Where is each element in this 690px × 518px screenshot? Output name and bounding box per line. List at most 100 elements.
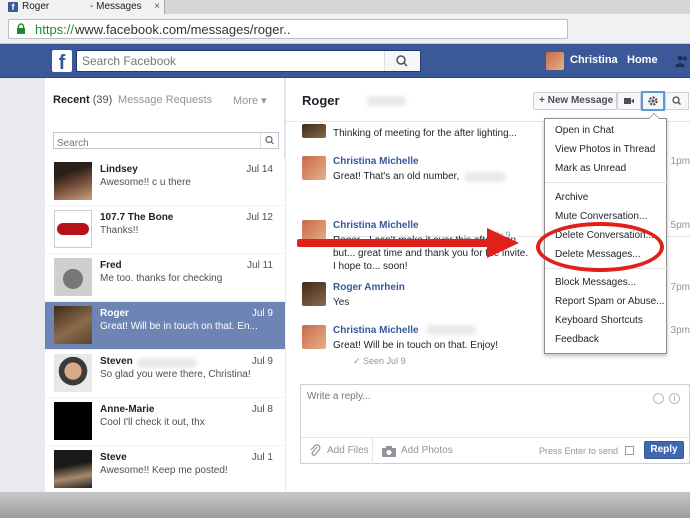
message-sender[interactable]: Christina Michelle	[333, 220, 419, 231]
facebook-search-box	[76, 50, 421, 72]
reply-button[interactable]: Reply	[644, 441, 684, 459]
thread-search-button[interactable]	[665, 92, 689, 110]
browser-url-bar: https:// www.facebook.com/messages/roger…	[0, 14, 690, 44]
facebook-logo-icon[interactable]: f	[52, 50, 72, 72]
thread-title: Roger	[302, 93, 340, 108]
add-photos-button[interactable]: Add Photos	[379, 438, 469, 464]
tab-title-suffix: - Messages	[90, 1, 142, 12]
conversation-snippet: So glad you were there, Christina!	[100, 369, 251, 380]
press-enter-checkbox[interactable]	[625, 446, 634, 455]
menu-item-open-in-chat[interactable]: Open in Chat	[545, 122, 668, 140]
avatar	[54, 306, 92, 344]
settings-gear-button[interactable]	[641, 91, 665, 111]
conversation-snippet: Awesome!! Keep me posted!	[100, 465, 228, 476]
reply-textarea[interactable]	[301, 385, 651, 433]
url-scheme: https://	[35, 22, 75, 37]
avatar	[54, 258, 92, 296]
info-icon[interactable]: i	[669, 393, 680, 404]
conversation-name: 107.7 The Bone	[100, 212, 174, 223]
message-text: Thinking of meeting for the after lighti…	[333, 128, 517, 139]
menu-item-archive[interactable]: Archive	[545, 189, 668, 207]
conversation-item-107-7-the-bone[interactable]: 107.7 The Bone Thanks!! Jul 12	[45, 206, 285, 254]
emoji-icon[interactable]	[653, 393, 664, 404]
conversation-date: Jul 8	[251, 404, 273, 415]
avatar	[302, 282, 326, 306]
profile-name-link[interactable]: Christina	[570, 54, 618, 66]
add-files-label: Add Files	[327, 445, 369, 456]
paperclip-icon	[310, 444, 321, 456]
annotation-arrow-shaft	[297, 239, 489, 247]
tab-title-name: Roger	[22, 1, 50, 12]
tab-recent[interactable]: Recent (39)	[53, 94, 112, 106]
friend-requests-icon[interactable]	[675, 55, 689, 67]
annotation-highlight-ellipse	[536, 222, 664, 272]
conversation-snippet: Cool I'll check it out, thx	[100, 417, 205, 428]
add-files-button[interactable]: Add Files	[301, 438, 373, 464]
conversation-snippet: Great! Will be in touch on that. En...	[100, 321, 258, 332]
new-message-button[interactable]: + New Message	[533, 92, 617, 110]
redacted-surname	[426, 325, 476, 335]
avatar	[302, 156, 326, 180]
menu-item-mark-unread[interactable]: Mark as Unread	[545, 160, 668, 178]
facebook-favicon-icon: f	[8, 2, 18, 12]
message-sender[interactable]: Christina Michelle	[333, 156, 419, 167]
menu-item-block-messages[interactable]: Block Messages...	[545, 274, 668, 292]
thread-header: Roger + New Message	[286, 78, 690, 122]
url-path: www.facebook.com/messages/roger..	[75, 22, 291, 37]
conversation-item-fred[interactable]: Fred Me too. thanks for checking Jul 11	[45, 254, 285, 302]
video-call-button[interactable]	[617, 92, 641, 110]
message-sender[interactable]: Christina Michelle	[333, 325, 419, 336]
search-icon	[396, 55, 408, 67]
conversation-name: Roger	[100, 308, 129, 319]
browser-tab[interactable]: f Roger - Messages ×	[0, 0, 165, 14]
conversation-date: Jul 12	[246, 212, 273, 223]
menu-separator	[545, 182, 668, 183]
screenshot-frame: f Roger - Messages × https:// www.facebo…	[0, 0, 690, 518]
conversation-date: Jul 11	[247, 260, 273, 271]
menu-item-keyboard-shortcuts[interactable]: Keyboard Shortcuts	[545, 312, 668, 330]
secure-lock-icon	[17, 23, 25, 34]
search-icon	[672, 96, 681, 105]
browser-tab-bar: f Roger - Messages ×	[0, 0, 690, 14]
gear-icon	[648, 96, 658, 106]
conversation-item-roger[interactable]: Roger Great! Will be in touch on that. E…	[45, 302, 285, 350]
conversation-search-input[interactable]	[54, 136, 254, 151]
conversation-name: Anne-Marie	[100, 404, 155, 415]
conversation-name: Lindsey	[100, 164, 138, 175]
video-camera-icon	[624, 98, 634, 104]
conversation-date: Jul 14	[246, 164, 273, 175]
press-enter-label: Press Enter to send	[539, 446, 619, 456]
conversation-name: Fred	[100, 260, 122, 271]
conversation-search-button[interactable]	[260, 133, 278, 148]
redacted-surname	[366, 96, 406, 106]
menu-item-view-photos[interactable]: View Photos in Thread	[545, 141, 668, 159]
annotation-arrow-head	[487, 228, 519, 258]
facebook-top-bar: f Christina Home	[0, 44, 690, 78]
profile-avatar[interactable]	[546, 52, 564, 70]
message-time: 3pm	[670, 325, 690, 336]
conversation-item-lindsey[interactable]: Lindsey Awesome!! c u there Jul 14	[45, 158, 285, 206]
reply-composer: i Add Files Add Photos Press Ente	[300, 384, 690, 464]
conversation-item-steven[interactable]: Steven So glad you were there, Christina…	[45, 350, 285, 398]
facebook-search-input[interactable]	[77, 51, 377, 71]
facebook-search-button[interactable]	[384, 51, 420, 71]
window-bottom-edge	[0, 492, 690, 518]
avatar	[302, 325, 326, 349]
conversation-item-anne-marie[interactable]: Anne-Marie Cool I'll check it out, thx J…	[45, 398, 285, 446]
recent-label: Recent	[53, 94, 90, 106]
message-sender[interactable]: Roger Amrhein	[333, 282, 405, 293]
message-text: Great! Will be in touch on that. Enjoy!	[333, 340, 499, 351]
avatar	[54, 402, 92, 440]
menu-item-report-spam[interactable]: Report Spam or Abuse...	[545, 293, 668, 311]
avatar	[54, 450, 92, 488]
conversation-snippet: Awesome!! c u there	[100, 177, 191, 188]
address-field[interactable]: https:// www.facebook.com/messages/roger…	[8, 19, 568, 39]
conversation-item-steve[interactable]: Steve Awesome!! Keep me posted! Jul 1	[45, 446, 285, 494]
composer-toolbar: Add Files Add Photos Press Enter to send…	[301, 437, 689, 464]
close-tab-icon[interactable]: ×	[154, 0, 160, 13]
menu-item-feedback[interactable]: Feedback	[545, 331, 668, 349]
more-dropdown[interactable]: More ▾	[233, 94, 267, 107]
avatar	[54, 210, 92, 248]
home-link[interactable]: Home	[627, 54, 658, 66]
tab-message-requests[interactable]: Message Requests	[118, 94, 212, 106]
